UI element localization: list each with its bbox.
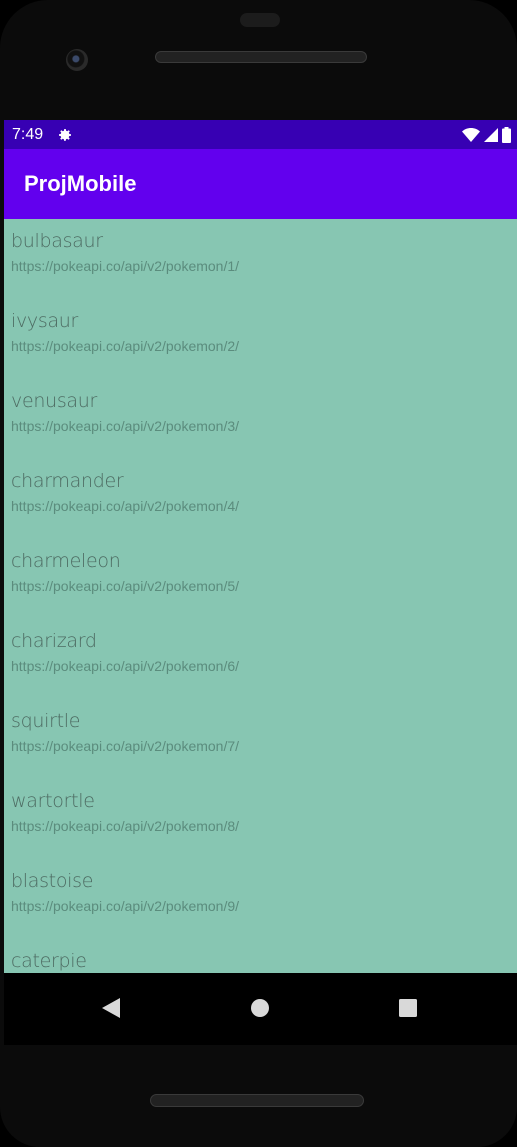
pokemon-name: blastoise	[11, 870, 94, 892]
list-item[interactable]: wartortle https://pokeapi.co/api/v2/pokem…	[4, 779, 517, 859]
bottom-speaker	[150, 1094, 364, 1107]
list-item[interactable]: ivysaur https://pokeapi.co/api/v2/pokemon…	[4, 299, 517, 379]
back-icon	[102, 998, 120, 1018]
app-bar: ProjMobile	[4, 149, 517, 219]
pokemon-url: https://pokeapi.co/api/v2/pokemon/7/	[11, 738, 240, 754]
list-item[interactable]: charmeleon https://pokeapi.co/api/v2/poke…	[4, 539, 517, 619]
pokemon-name: charmeleon	[11, 550, 121, 572]
pokemon-url: https://pokeapi.co/api/v2/pokemon/1/	[11, 258, 240, 274]
pokemon-name: caterpie	[11, 950, 87, 972]
home-icon	[251, 999, 269, 1017]
pokemon-list[interactable]: bulbasaur https://pokeapi.co/api/v2/pokem…	[4, 219, 517, 973]
list-item[interactable]: charmander https://pokeapi.co/api/v2/poke…	[4, 459, 517, 539]
pokemon-url: https://pokeapi.co/api/v2/pokemon/6/	[11, 658, 240, 674]
top-speaker	[155, 51, 367, 63]
pokemon-url: https://pokeapi.co/api/v2/pokemon/8/	[11, 818, 240, 834]
home-button[interactable]	[245, 993, 275, 1023]
gear-icon	[59, 128, 72, 141]
pokemon-name: venusaur	[11, 390, 98, 412]
pokemon-name: wartortle	[11, 790, 95, 812]
signal-icon	[484, 127, 498, 142]
battery-icon	[502, 126, 511, 143]
status-time: 7:49	[12, 125, 44, 143]
recents-icon	[399, 999, 417, 1017]
status-bar: 7:49	[4, 120, 517, 149]
pokemon-name: bulbasaur	[11, 230, 103, 252]
screen: 7:49 ProjMobile bulbasaur https://pokeap…	[4, 120, 517, 1045]
pokemon-url: https://pokeapi.co/api/v2/pokemon/2/	[11, 338, 240, 354]
list-item[interactable]: bulbasaur https://pokeapi.co/api/v2/pokem…	[4, 219, 517, 299]
back-button[interactable]	[96, 993, 126, 1023]
pokemon-url: https://pokeapi.co/api/v2/pokemon/3/	[11, 418, 240, 434]
device-frame: 7:49 ProjMobile bulbasaur https://pokeap…	[0, 0, 517, 1147]
pokemon-name: ivysaur	[11, 310, 79, 332]
list-item[interactable]: squirtle https://pokeapi.co/api/v2/pokemo…	[4, 699, 517, 779]
pokemon-name: charmander	[11, 470, 124, 492]
recents-button[interactable]	[393, 993, 423, 1023]
pokemon-name: squirtle	[11, 710, 81, 732]
pokemon-url: https://pokeapi.co/api/v2/pokemon/9/	[11, 898, 240, 914]
app-title: ProjMobile	[24, 171, 137, 196]
list-item[interactable]: caterpie	[4, 939, 517, 973]
navigation-bar	[4, 973, 517, 1045]
front-camera	[66, 49, 88, 71]
list-item[interactable]: charizard https://pokeapi.co/api/v2/pokem…	[4, 619, 517, 699]
status-icons	[462, 126, 511, 143]
pokemon-url: https://pokeapi.co/api/v2/pokemon/5/	[11, 578, 240, 594]
top-notch	[240, 13, 280, 27]
list-item[interactable]: venusaur https://pokeapi.co/api/v2/pokemo…	[4, 379, 517, 459]
wifi-icon	[462, 127, 480, 142]
pokemon-name: charizard	[11, 630, 97, 652]
list-item[interactable]: blastoise https://pokeapi.co/api/v2/pokem…	[4, 859, 517, 939]
pokemon-url: https://pokeapi.co/api/v2/pokemon/4/	[11, 498, 240, 514]
